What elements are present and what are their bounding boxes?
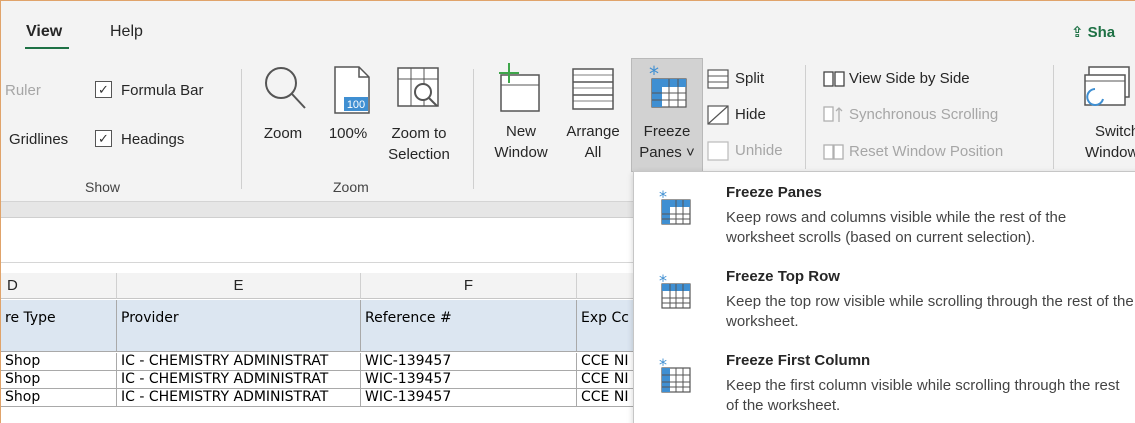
table-cell[interactable]: CCE NI <box>577 389 641 407</box>
column-header-f[interactable]: F <box>361 273 577 299</box>
table-cell[interactable]: WIC-139457 <box>361 371 577 389</box>
tab-help[interactable]: Help <box>110 23 143 41</box>
group-separator <box>1053 65 1054 169</box>
zoom-100-icon[interactable]: 100 <box>331 65 375 117</box>
headings-checkbox[interactable]: ✓ <box>95 130 112 147</box>
view-side-by-side-icon[interactable] <box>823 71 845 87</box>
hide-button[interactable]: Hide <box>735 106 766 123</box>
synchronous-scrolling-button[interactable]: Synchronous Scrolling <box>849 106 998 123</box>
freeze-panes-label: Freeze Panes ˅ <box>632 121 702 163</box>
header-cell-reference[interactable]: Reference # <box>361 300 577 352</box>
arrange-all-line1: Arrange <box>566 123 620 140</box>
freeze-first-column-title: Freeze First Column <box>726 352 871 369</box>
table-cell[interactable]: IC - CHEMISTRY ADMINISTRAT <box>117 389 361 407</box>
formula-bar-label[interactable]: Formula Bar <box>121 82 204 99</box>
table-cell[interactable]: CCE NI <box>577 353 641 371</box>
svg-text:*: * <box>659 190 667 206</box>
gridlines-label[interactable]: Gridlines <box>9 131 68 148</box>
table-cell[interactable]: WIC-139457 <box>361 353 577 371</box>
table-cell[interactable]: IC - CHEMISTRY ADMINISTRAT <box>117 371 361 389</box>
share-label: Sha <box>1087 24 1116 41</box>
split-button[interactable]: Split <box>735 70 764 87</box>
show-group-label: Show <box>85 179 121 195</box>
unhide-icon[interactable] <box>707 141 729 161</box>
reset-window-position-button[interactable]: Reset Window Position <box>849 143 1003 160</box>
freeze-top-row-title: Freeze Top Row <box>726 268 840 285</box>
zoom-to-label-line1: Zoom to <box>391 125 447 142</box>
zoom-to-selection-button[interactable]: Zoom to Selection <box>379 123 459 165</box>
svg-text:100: 100 <box>347 99 365 111</box>
zoom-button[interactable]: Zoom <box>253 123 313 144</box>
switch-windows-line2: Windows <box>1085 144 1135 161</box>
zoom-100-button[interactable]: 100% <box>323 123 373 144</box>
menu-item-freeze-first-column[interactable]: * Freeze First Column Keep the first col… <box>634 340 1135 423</box>
tab-view[interactable]: View <box>26 23 62 41</box>
menu-item-freeze-panes[interactable]: * Freeze Panes Keep rows and columns vis… <box>634 172 1135 256</box>
ruler-checkbox-label[interactable]: Ruler <box>5 82 41 99</box>
hide-icon[interactable] <box>707 105 729 125</box>
svg-text:*: * <box>659 358 667 374</box>
freeze-panes-line1: Freeze <box>643 123 691 140</box>
new-window-line1: New <box>505 123 536 140</box>
zoom-to-label-line2: Selection <box>388 146 450 163</box>
share-icon: ⇪ <box>1071 24 1084 41</box>
table-cell[interactable]: IC - CHEMISTRY ADMINISTRAT <box>117 353 361 371</box>
header-cell-provider[interactable]: Provider <box>117 300 361 352</box>
new-window-button[interactable]: New Window <box>485 121 557 163</box>
share-button[interactable]: ⇪ Sha <box>1071 23 1135 49</box>
freeze-top-row-icon: * <box>659 274 691 309</box>
freeze-panes-line2: Panes ˅ <box>639 144 695 161</box>
freeze-panes-button[interactable]: * Freeze Panes ˅ <box>631 58 703 172</box>
column-header-g[interactable] <box>577 273 641 299</box>
table-cell[interactable]: Shop <box>1 353 117 371</box>
split-icon[interactable] <box>707 69 729 89</box>
freeze-panes-description: Keep rows and columns visible while the … <box>726 209 1067 246</box>
freeze-panes-menu: * Freeze Panes Keep rows and columns vis… <box>633 171 1135 423</box>
svg-text:*: * <box>649 65 659 86</box>
table-cell[interactable]: Shop <box>1 389 117 407</box>
headings-label[interactable]: Headings <box>121 131 184 148</box>
group-separator <box>241 69 242 189</box>
svg-text:*: * <box>659 274 667 290</box>
menu-item-freeze-top-row[interactable]: * Freeze Top Row Keep the top row visibl… <box>634 256 1135 340</box>
header-cell-type[interactable]: re Type <box>1 300 117 352</box>
arrange-all-button[interactable]: Arrange All <box>557 121 629 163</box>
arrange-all-line2: All <box>584 144 602 161</box>
view-side-by-side-button[interactable]: View Side by Side <box>849 70 970 87</box>
zoom-to-selection-icon[interactable] <box>395 65 443 113</box>
synchronous-scrolling-icon[interactable] <box>823 106 845 124</box>
header-cell-exp[interactable]: Exp Cc <box>577 300 641 352</box>
freeze-panes-icon: * <box>659 190 691 225</box>
table-cell[interactable]: WIC-139457 <box>361 389 577 407</box>
unhide-button[interactable]: Unhide <box>735 142 783 159</box>
formula-bar-checkbox[interactable]: ✓ <box>95 81 112 98</box>
switch-windows-line1: Switch <box>1095 123 1135 140</box>
zoom-magnifier-icon[interactable] <box>261 65 311 113</box>
switch-windows-icon[interactable] <box>1083 65 1133 113</box>
table-cell[interactable]: CCE NI <box>577 371 641 389</box>
freeze-panes-title: Freeze Panes <box>726 184 822 201</box>
reset-window-position-icon[interactable] <box>823 142 845 160</box>
freeze-first-column-icon: * <box>659 358 691 393</box>
column-header-d[interactable]: D <box>1 273 117 299</box>
arrange-all-icon[interactable] <box>569 65 617 113</box>
freeze-panes-icon: * <box>649 65 687 108</box>
switch-windows-button[interactable]: Switch Windows <box>1065 121 1135 163</box>
new-window-icon[interactable] <box>493 61 545 117</box>
zoom-group-label: Zoom <box>333 179 369 195</box>
ribbon-tab-bar: View Help ⇪ Sha <box>1 1 1135 50</box>
group-separator <box>805 65 806 169</box>
freeze-first-column-description: Keep the first column visible while scro… <box>726 377 1120 414</box>
freeze-top-row-description: Keep the top row visible while scrolling… <box>726 293 1134 330</box>
new-window-line2: Window <box>494 144 548 161</box>
worksheet-grid: D E F re Type Provider Reference # Exp C… <box>1 273 641 423</box>
column-header-e[interactable]: E <box>117 273 361 299</box>
group-separator <box>473 69 474 189</box>
excel-window: View Help ⇪ Sha Ruler ✓ Formula Bar Gridl… <box>0 0 1135 423</box>
table-cell[interactable]: Shop <box>1 371 117 389</box>
